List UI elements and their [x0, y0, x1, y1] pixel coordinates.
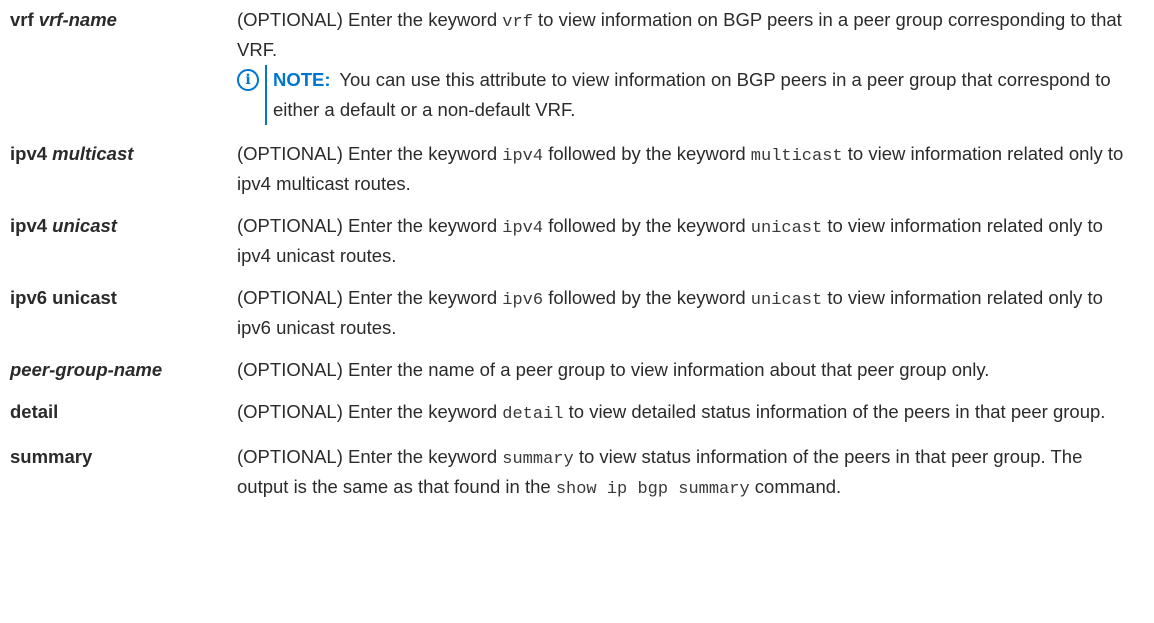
desc-code: multicast [750, 147, 843, 166]
param-name: detail [10, 398, 237, 428]
desc-code: detail [502, 405, 564, 424]
desc-text: command. [749, 476, 842, 497]
param-description: (OPTIONAL) Enter the keyword ipv4 follow… [237, 140, 1140, 197]
param-name: summary [10, 443, 237, 503]
param-name-variable: multicast [52, 143, 134, 164]
param-row-vrf: vrf vrf-name (OPTIONAL) Enter the keywor… [10, 6, 1140, 125]
desc-code: unicast [750, 219, 823, 238]
param-name-keyword: ipv4 [10, 143, 48, 164]
param-row-ipv4-multicast: ipv4 multicast (OPTIONAL) Enter the keyw… [10, 140, 1140, 197]
desc-code: ipv4 [502, 219, 544, 238]
param-name-keyword: ipv4 [10, 215, 48, 236]
param-name-keyword: ipv6 unicast [10, 287, 117, 308]
param-row-detail: detail (OPTIONAL) Enter the keyword deta… [10, 398, 1140, 428]
param-name: ipv6 unicast [10, 284, 237, 341]
note-label: NOTE: [273, 69, 331, 90]
info-icon: i [237, 69, 259, 91]
param-name-variable: peer-group-name [10, 359, 163, 380]
desc-text: (OPTIONAL) Enter the keyword [237, 401, 503, 422]
desc-text: followed by the keyword [543, 143, 751, 164]
param-name: ipv4 unicast [10, 212, 237, 269]
param-name: vrf vrf-name [10, 6, 237, 125]
desc-text: (OPTIONAL) Enter the name of a peer grou… [237, 359, 990, 380]
param-name: peer-group-name [10, 356, 237, 383]
parameter-table: vrf vrf-name (OPTIONAL) Enter the keywor… [10, 6, 1140, 518]
param-description: (OPTIONAL) Enter the keyword ipv6 follow… [237, 284, 1140, 341]
param-row-peer-group-name: peer-group-name (OPTIONAL) Enter the nam… [10, 356, 1140, 383]
desc-text: (OPTIONAL) Enter the keyword [237, 446, 503, 467]
desc-code: ipv6 [502, 291, 544, 310]
desc-code: ipv4 [502, 147, 544, 166]
desc-text: (OPTIONAL) Enter the keyword [237, 215, 503, 236]
param-name: ipv4 multicast [10, 140, 237, 197]
param-row-summary: summary (OPTIONAL) Enter the keyword sum… [10, 443, 1140, 503]
desc-text: (OPTIONAL) Enter the keyword [237, 287, 503, 308]
note-body: NOTE: You can use this attribute to view… [265, 65, 1130, 125]
desc-text: (OPTIONAL) Enter the keyword [237, 9, 503, 30]
param-name-variable: unicast [52, 215, 117, 236]
desc-code: summary [502, 450, 574, 469]
desc-text: followed by the keyword [543, 215, 751, 236]
desc-text: (OPTIONAL) Enter the keyword [237, 143, 503, 164]
param-description: (OPTIONAL) Enter the name of a peer grou… [237, 356, 1140, 383]
desc-code: unicast [750, 291, 823, 310]
note-text: You can use this attribute to view infor… [273, 69, 1111, 120]
param-name-variable: vrf-name [38, 9, 117, 30]
param-name-keyword: summary [10, 446, 93, 467]
param-description: (OPTIONAL) Enter the keyword summary to … [237, 443, 1140, 503]
param-row-ipv6-unicast: ipv6 unicast (OPTIONAL) Enter the keywor… [10, 284, 1140, 341]
desc-code: vrf [502, 13, 533, 32]
desc-text: followed by the keyword [543, 287, 751, 308]
param-description: (OPTIONAL) Enter the keyword ipv4 follow… [237, 212, 1140, 269]
param-name-keyword: vrf [10, 9, 34, 30]
param-row-ipv4-unicast: ipv4 unicast (OPTIONAL) Enter the keywor… [10, 212, 1140, 269]
param-description: (OPTIONAL) Enter the keyword detail to v… [237, 398, 1140, 428]
param-description: (OPTIONAL) Enter the keyword vrf to view… [237, 6, 1140, 125]
param-name-keyword: detail [10, 401, 59, 422]
desc-code: show ip bgp summary [555, 480, 750, 499]
desc-text: to view detailed status information of t… [563, 401, 1106, 422]
note-callout: i NOTE: You can use this attribute to vi… [237, 65, 1130, 125]
